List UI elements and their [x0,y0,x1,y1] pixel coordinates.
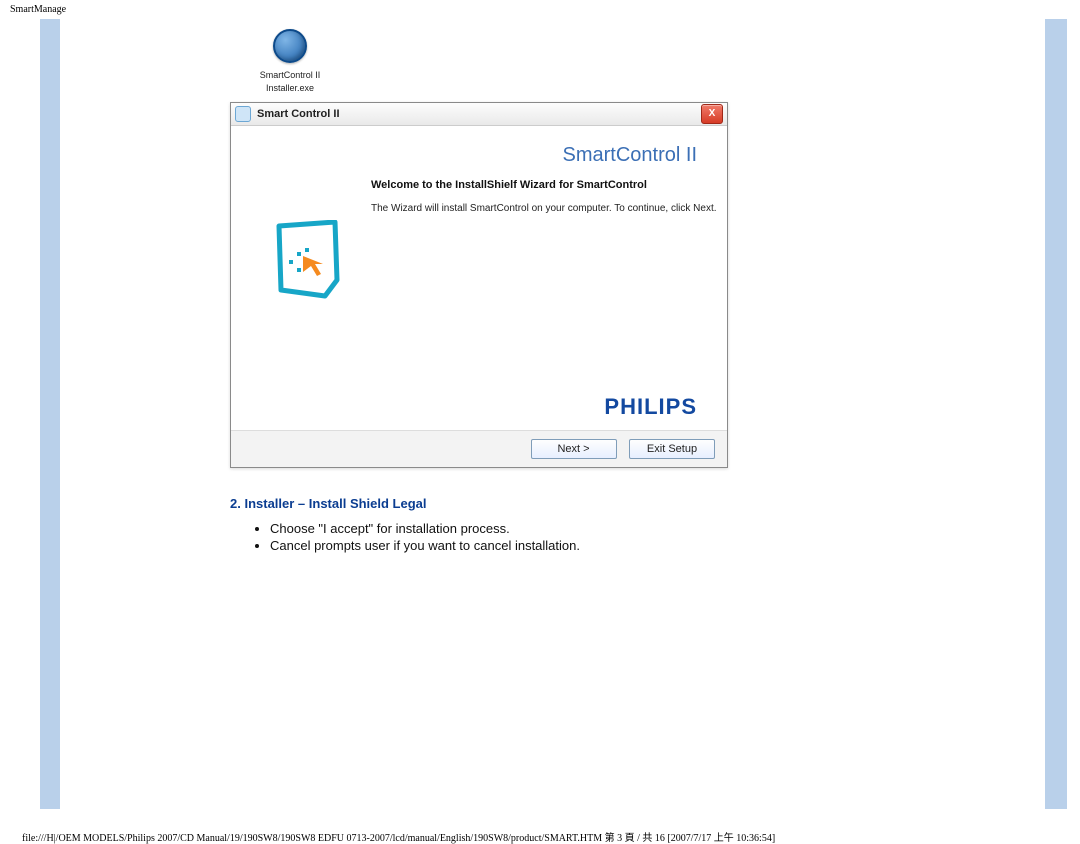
installer-body: SmartControl II Welcome to the InstallSh… [231,126,727,430]
shortcut-label-line1: SmartControl II [250,70,330,81]
app-icon [235,106,251,122]
footer-path: file:///H|/OEM MODELS/Philips 2007/CD Ma… [22,829,775,844]
globe-installer-icon [273,29,307,63]
exit-setup-button[interactable]: Exit Setup [629,439,715,459]
installer-window: Smart Control II X SmartControl II Welco… [230,102,728,468]
content-column: SmartControl II Installer.exe Smart Cont… [230,29,930,566]
desktop-shortcut[interactable]: SmartControl II Installer.exe [250,29,330,94]
philips-logo: PHILIPS [231,394,727,430]
list-item: Choose "I accept" for installation proce… [270,521,930,536]
left-sidebar-stripe [40,19,60,809]
page-header: SmartManage [0,0,1080,19]
welcome-text: Welcome to the InstallShielf Wizard for … [231,175,727,191]
wizard-graphic-area [231,214,727,394]
shortcut-label-line2: Installer.exe [250,83,330,94]
section-heading: 2. Installer – Install Shield Legal [230,496,930,511]
monitor-cursor-icon [275,220,341,300]
button-row: Next > Exit Setup [231,430,727,467]
instruction-list: Choose "I accept" for installation proce… [230,521,930,553]
close-button[interactable]: X [701,104,723,124]
list-item: Cancel prompts user if you want to cance… [270,538,930,553]
brand-heading: SmartControl II [231,126,727,175]
next-button[interactable]: Next > [531,439,617,459]
window-title: Smart Control II [257,108,701,120]
description-text: The Wizard will install SmartControl on … [231,191,727,214]
window-titlebar: Smart Control II X [231,103,727,126]
right-sidebar-stripe [1045,19,1067,809]
